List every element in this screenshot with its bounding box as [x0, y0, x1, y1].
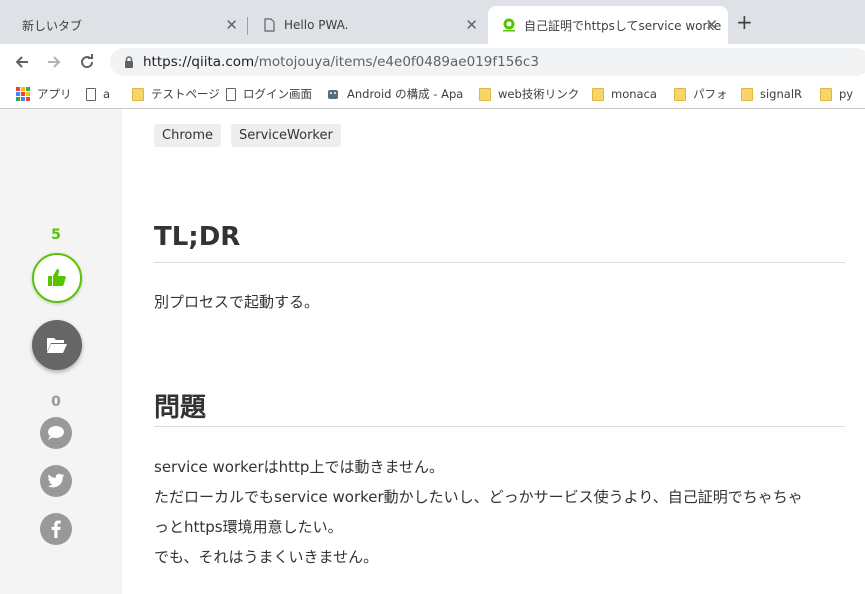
bookmark-label: signalR	[760, 87, 803, 101]
tab-active-article[interactable]: 自己証明でhttpsしてservice worke ✕	[488, 6, 728, 44]
lock-icon	[125, 56, 133, 68]
close-icon[interactable]: ✕	[465, 16, 478, 34]
bookmark-label: ログイン画面	[243, 87, 312, 101]
comment-button[interactable]	[40, 417, 72, 449]
tldr-body: 別プロセスで起動する。	[154, 293, 320, 311]
forward-button[interactable]	[42, 50, 66, 74]
tag-list: Chrome ServiceWorker	[154, 124, 341, 147]
bookmark-py[interactable]: py	[820, 86, 853, 102]
folder-open-icon	[47, 338, 67, 353]
bookmark-monaca[interactable]: monaca	[592, 86, 657, 102]
folder-icon	[132, 87, 144, 101]
bookmark-label: Android の構成 - Apa	[347, 87, 464, 101]
folder-icon	[820, 87, 832, 101]
back-button[interactable]	[10, 50, 34, 74]
bookmarks-bar: アプリ a テストページ ログイン画面 Android の構成 - Apa we…	[0, 80, 865, 109]
reload-button[interactable]	[75, 50, 99, 74]
bookmark-label: web技術リンク	[498, 87, 580, 101]
problem-line: ただローカルでもservice worker動かしたいし、どっかサービス使うより…	[154, 488, 803, 506]
heading-divider	[154, 262, 845, 263]
bookmark-test-page[interactable]: テストページ	[132, 86, 220, 102]
bookmark-perf[interactable]: パフォ	[674, 86, 728, 102]
browser-toolbar: https://qiita.com/motojouya/items/e4e0f0…	[0, 44, 865, 80]
url-host: https://qiita.com	[143, 54, 255, 70]
article-action-sidebar: 5 0	[0, 109, 122, 594]
speech-bubble-icon	[48, 426, 64, 440]
bookmark-android[interactable]: Android の構成 - Apa	[326, 86, 463, 102]
reload-icon	[81, 54, 94, 69]
folder-icon	[741, 87, 753, 101]
problem-line: でも、それはうまくいきません。	[154, 548, 379, 566]
heading-divider	[154, 426, 845, 427]
tab-title: 新しいタブ	[22, 18, 83, 33]
bookmark-login[interactable]: ログイン画面	[226, 86, 312, 102]
bookmark-apps[interactable]: アプリ	[16, 86, 72, 102]
close-icon[interactable]: ✕	[705, 16, 718, 34]
bookmark-label: パフォ	[693, 87, 728, 101]
tab-title: Hello PWA.	[284, 18, 349, 32]
close-icon[interactable]: ✕	[225, 16, 238, 34]
tab-strip: 新しいタブ ✕ Hello PWA. ✕ 自己証明でhttpsしてservice…	[0, 0, 865, 44]
arrow-left-icon	[15, 56, 28, 68]
bookmark-label: py	[839, 87, 854, 101]
like-button[interactable]	[32, 253, 82, 303]
qiita-favicon-icon	[503, 18, 515, 32]
problem-line: っとhttps環境用意したい。	[154, 518, 343, 536]
folder-icon	[592, 87, 604, 101]
page-content: 5 0 Chrome ServiceWorker TL;DR 別プロセスで起動す…	[0, 109, 865, 594]
android-icon	[328, 90, 338, 99]
section-heading-problem: 問題	[154, 393, 207, 423]
bookmark-label: a	[103, 87, 111, 101]
stock-button[interactable]	[32, 320, 82, 370]
tag-chrome[interactable]: Chrome	[154, 124, 221, 147]
twitter-share-button[interactable]	[40, 465, 72, 497]
bookmark-a[interactable]: a	[86, 86, 110, 102]
tag-serviceworker[interactable]: ServiceWorker	[231, 124, 341, 147]
url-text: https://qiita.com/motojouya/items/e4e0f0…	[143, 54, 539, 70]
problem-line: service workerはhttp上では動きません。	[154, 458, 445, 476]
folder-icon	[674, 87, 686, 101]
new-tab-button[interactable]: +	[736, 12, 753, 32]
twitter-icon	[47, 473, 65, 488]
page-icon	[264, 18, 275, 32]
bookmark-web-links[interactable]: web技術リンク	[479, 86, 579, 102]
facebook-icon	[51, 520, 61, 538]
bookmark-label: monaca	[611, 87, 657, 101]
bookmark-label: アプリ	[37, 87, 72, 101]
tab-title: 自己証明でhttpsしてservice worke	[524, 18, 722, 33]
bookmark-label: テストページ	[151, 87, 220, 101]
page-icon	[226, 87, 236, 101]
tab-new-tab[interactable]: 新しいタブ ✕	[0, 6, 248, 44]
folder-icon	[479, 87, 491, 101]
arrow-right-icon	[48, 56, 61, 68]
thumbs-up-icon	[48, 269, 66, 286]
facebook-share-button[interactable]	[40, 513, 72, 545]
page-icon	[86, 87, 96, 101]
address-bar[interactable]: https://qiita.com/motojouya/items/e4e0f0…	[110, 48, 865, 76]
section-heading-tldr: TL;DR	[154, 222, 241, 252]
url-path: /motojouya/items/e4e0f0489ae019f156c3	[254, 54, 539, 70]
tab-hello-pwa[interactable]: Hello PWA. ✕	[248, 6, 488, 44]
comment-count: 0	[51, 394, 61, 410]
like-count: 5	[51, 227, 61, 243]
apps-grid-icon	[16, 87, 30, 101]
bookmark-signalr[interactable]: signalR	[741, 86, 802, 102]
